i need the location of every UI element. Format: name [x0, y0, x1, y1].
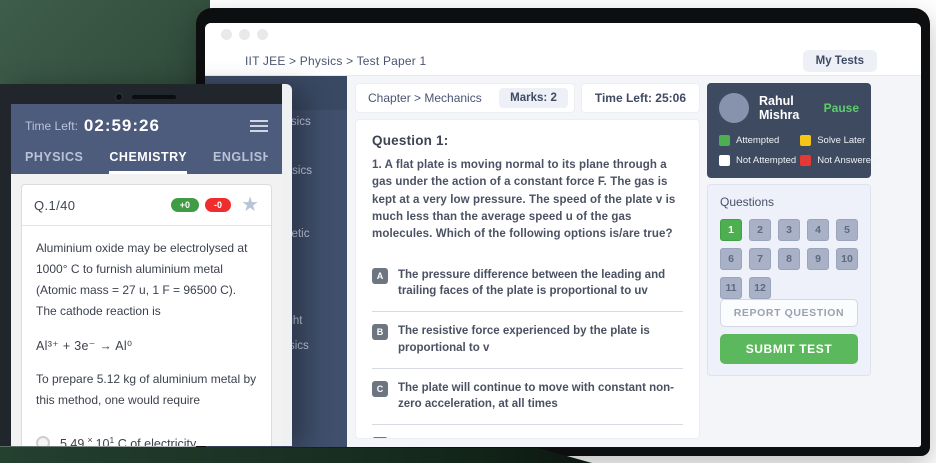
- question-nav-4[interactable]: 4: [807, 219, 829, 241]
- question-nav-1[interactable]: 1: [720, 219, 742, 241]
- question-counter: Q.1/40: [34, 198, 75, 213]
- question-nav-9[interactable]: 9: [807, 248, 829, 270]
- browser-window-content: IIT JEE > Physics > Test Paper 1 My Test…: [205, 23, 921, 447]
- legend-not-answered: Not Answered: [800, 155, 876, 166]
- question-text: 1. A flat plate is moving normal to its …: [372, 157, 683, 243]
- mobile-option-1-text: 5.49×101 C of electricity: [60, 435, 196, 446]
- tab-chemistry[interactable]: CHEMISTRY: [109, 150, 187, 174]
- option-c[interactable]: C The plate will continue to move with c…: [372, 380, 683, 412]
- phone-speaker: [132, 95, 176, 99]
- question-header-row: Chapter > Mechanics Marks: 2 Time Left: …: [355, 83, 700, 113]
- divider: [372, 368, 683, 369]
- radio-button[interactable]: [36, 436, 50, 446]
- question-nav-6[interactable]: 6: [720, 248, 742, 270]
- question-nav-12[interactable]: 12: [749, 277, 771, 299]
- breadcrumb[interactable]: IIT JEE > Physics > Test Paper 1: [245, 54, 426, 68]
- user-card: Rahul Mishra Pause Attempted Solve Later: [707, 83, 871, 178]
- question-nav-11[interactable]: 11: [720, 277, 742, 299]
- question-nav-7[interactable]: 7: [749, 248, 771, 270]
- page: IIT JEE > Physics > Test Paper 1 My Test…: [0, 0, 936, 463]
- window-titlebar: [205, 23, 921, 46]
- status-legend: Attempted Solve Later Not Attempted: [719, 135, 859, 166]
- question-main-column: Chapter > Mechanics Marks: 2 Time Left: …: [347, 76, 707, 447]
- phone-bezel: [0, 91, 292, 103]
- solve-later-swatch: [800, 135, 811, 146]
- mobile-question-card-header: Q.1/40 +0 -0 ★: [22, 185, 271, 226]
- breadcrumb-bar: IIT JEE > Physics > Test Paper 1 My Test…: [205, 46, 921, 76]
- mobile-app-header: Time Left: 02:59:26 PHYSICS CHEMISTRY EN…: [11, 104, 282, 174]
- positive-marks-badge: +0: [171, 198, 199, 212]
- legend-attempted: Attempted: [719, 135, 796, 146]
- mobile-body: Q.1/40 +0 -0 ★ Aluminium oxide may be el…: [11, 174, 282, 446]
- bookmark-star-icon[interactable]: ★: [241, 195, 259, 215]
- content-area: Chapters General Physics Mechanics Therm…: [205, 76, 921, 447]
- phone-camera: [116, 94, 122, 100]
- options-list: A The pressure difference between the le…: [372, 256, 683, 439]
- avatar: [719, 93, 749, 123]
- questions-label: Questions: [720, 195, 858, 209]
- status-panel: Rahul Mishra Pause Attempted Solve Later: [707, 76, 921, 447]
- option-d[interactable]: D At a later time the external force F b…: [372, 436, 683, 439]
- time-left-label: Time Left:: [25, 119, 78, 133]
- option-b-text: The resistive force experienced by the p…: [398, 323, 683, 355]
- attempted-swatch: [719, 135, 730, 146]
- phone-bezel-right: [282, 84, 292, 446]
- subject-tabs: PHYSICS CHEMISTRY ENGLISH PROFICIENCY: [25, 150, 268, 174]
- time-left-value: 02:59:26: [84, 116, 160, 136]
- divider: [372, 311, 683, 312]
- option-a-text: The pressure difference between the lead…: [398, 267, 683, 299]
- question-card: Question 1: 1. A flat plate is moving no…: [355, 119, 700, 439]
- hamburger-menu-icon[interactable]: [250, 120, 268, 132]
- mobile-option-1[interactable]: 5.49×101 C of electricity: [36, 425, 257, 446]
- phone-mockup: Time Left: 02:59:26 PHYSICS CHEMISTRY EN…: [0, 84, 292, 446]
- user-name: Rahul Mishra: [759, 94, 824, 122]
- window-control-dot[interactable]: [257, 29, 268, 40]
- option-c-badge[interactable]: C: [372, 381, 388, 397]
- window-control-dot[interactable]: [239, 29, 250, 40]
- option-d-text: At a later time the external force F bal…: [398, 436, 683, 439]
- not-answered-swatch: [800, 155, 811, 166]
- question-nav-2[interactable]: 2: [749, 219, 771, 241]
- questions-panel: Questions 1 2 3 4 5 6 7 8 9 10 11: [707, 184, 871, 376]
- legend-not-attempted: Not Attempted: [719, 155, 796, 166]
- pause-button[interactable]: Pause: [824, 101, 859, 115]
- option-d-badge[interactable]: D: [372, 437, 388, 439]
- option-a[interactable]: A The pressure difference between the le…: [372, 267, 683, 299]
- tab-english-proficiency[interactable]: ENGLISH PROFICIENCY: [213, 150, 268, 174]
- mobile-question-prompt: To prepare 5.12 kg of aluminium metal by…: [36, 369, 257, 411]
- tab-physics[interactable]: PHYSICS: [25, 150, 83, 174]
- my-tests-button[interactable]: My Tests: [803, 50, 877, 72]
- question-number-grid: 1 2 3 4 5 6 7 8 9 10 11 12: [720, 219, 858, 299]
- chapter-header: Chapter > Mechanics: [368, 91, 499, 105]
- cathode-reaction-formula: Al³⁺ + 3e⁻ → Al⁰: [36, 338, 257, 353]
- option-b-badge[interactable]: B: [372, 324, 388, 340]
- mobile-timer-row: Time Left: 02:59:26: [25, 116, 268, 136]
- chapter-header-card: Chapter > Mechanics Marks: 2: [355, 83, 575, 113]
- report-question-button[interactable]: REPORT QUESTION: [720, 299, 858, 327]
- question-title: Question 1:: [372, 133, 683, 148]
- question-nav-10[interactable]: 10: [836, 248, 858, 270]
- user-row: Rahul Mishra Pause: [719, 93, 859, 123]
- mobile-question-card: Q.1/40 +0 -0 ★ Aluminium oxide may be el…: [21, 184, 272, 446]
- question-nav-8[interactable]: 8: [778, 248, 800, 270]
- background-surface-top: [0, 0, 210, 96]
- option-a-badge[interactable]: A: [372, 268, 388, 284]
- question-nav-5[interactable]: 5: [836, 219, 858, 241]
- question-nav-3[interactable]: 3: [778, 219, 800, 241]
- time-left-badge: Time Left: 25:06: [581, 83, 700, 113]
- divider: [372, 424, 683, 425]
- submit-test-button[interactable]: SUBMIT TEST: [720, 334, 858, 364]
- window-control-dot[interactable]: [221, 29, 232, 40]
- mobile-question-text: Aluminium oxide may be electrolysed at 1…: [36, 238, 257, 322]
- browser-window: IIT JEE > Physics > Test Paper 1 My Test…: [196, 8, 930, 456]
- option-c-text: The plate will continue to move with con…: [398, 380, 683, 412]
- mobile-question-body: Aluminium oxide may be electrolysed at 1…: [22, 226, 271, 446]
- phone-screen: Time Left: 02:59:26 PHYSICS CHEMISTRY EN…: [11, 104, 282, 446]
- marks-badge: Marks: 2: [499, 88, 568, 108]
- negative-marks-badge: -0: [205, 198, 231, 212]
- not-attempted-swatch: [719, 155, 730, 166]
- option-b[interactable]: B The resistive force experienced by the…: [372, 323, 683, 355]
- legend-solve-later: Solve Later: [800, 135, 876, 146]
